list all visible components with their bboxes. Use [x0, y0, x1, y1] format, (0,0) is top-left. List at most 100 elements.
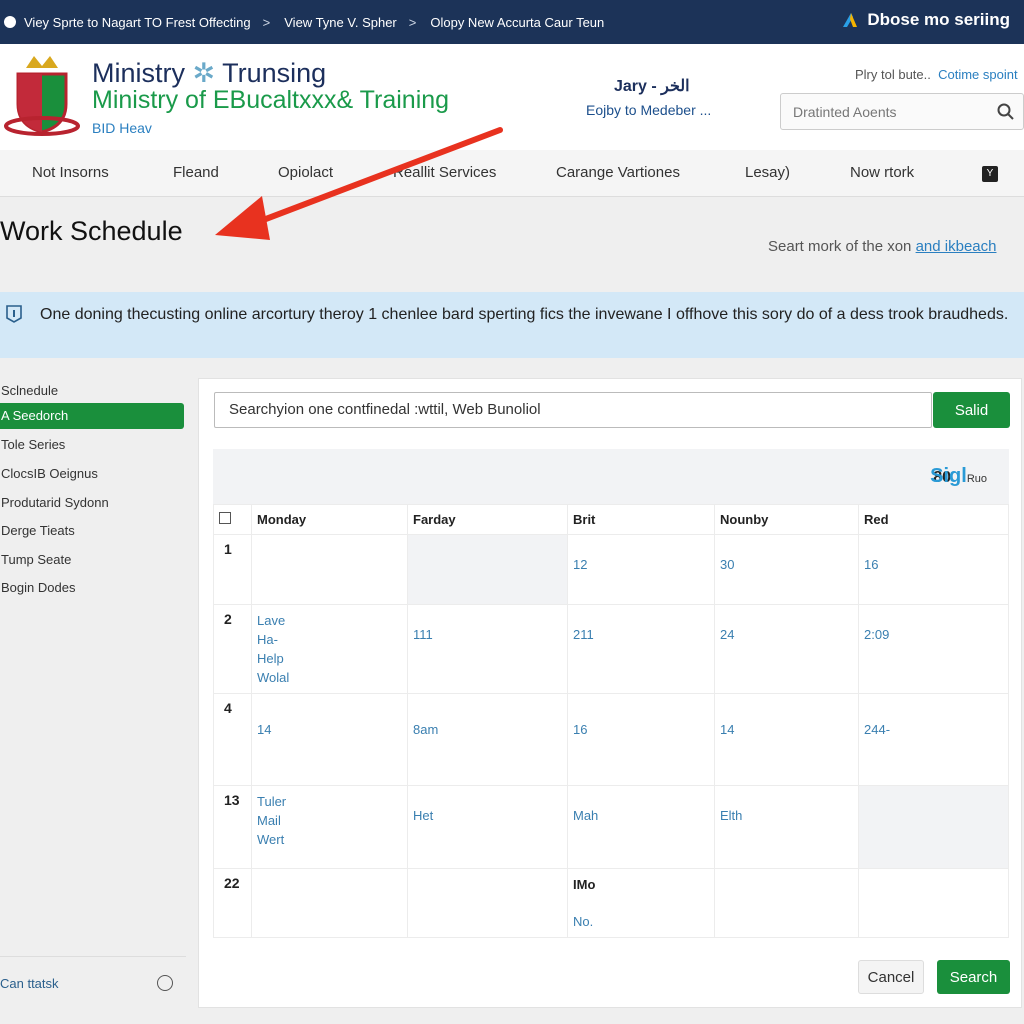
schedule-cell[interactable]: 244-	[858, 693, 1009, 786]
row-number: 4	[213, 693, 252, 786]
search-button[interactable]: Search	[937, 960, 1010, 994]
cell-entry: Tuler	[257, 794, 287, 809]
search-icon[interactable]	[997, 103, 1015, 121]
nav-item[interactable]: Not Insorns	[32, 164, 109, 181]
table-row: 1 12 30 16	[213, 534, 1009, 605]
ministry-tagline[interactable]: BID Heav	[92, 120, 152, 136]
cell-entry: Lave	[257, 613, 286, 628]
schedule-search-input[interactable]: Searchyion one contfinedal :wttil, Web B…	[214, 392, 932, 428]
schedule-cell[interactable]: 16	[567, 693, 715, 786]
schedule-cell[interactable]	[407, 868, 568, 938]
column-header[interactable]: Nounby	[714, 504, 859, 535]
schedule-cell[interactable]	[407, 534, 568, 605]
cell-entry: IMo	[573, 877, 596, 892]
chevron-right-icon: >	[262, 14, 271, 30]
info-banner: One doning thecusting online arcortury t…	[0, 292, 1024, 358]
nav-item[interactable]: Now rtork	[850, 164, 914, 181]
schedule-cell[interactable]	[858, 785, 1009, 869]
schedule-cell[interactable]: 24	[714, 604, 859, 694]
cell-entry: 30	[720, 557, 735, 572]
row-number: 22	[213, 868, 252, 938]
schedule-cell[interactable]: Elth	[714, 785, 859, 869]
cell-entry: Wolal	[257, 670, 290, 685]
nav-item[interactable]: Lesay)	[745, 164, 790, 181]
chevron-right-icon: >	[408, 14, 417, 30]
schedule-cell[interactable]	[858, 868, 1009, 938]
nav-item[interactable]: Opiolact	[278, 164, 333, 181]
app-logo-icon	[843, 13, 858, 27]
schedule-cell[interactable]	[714, 868, 859, 938]
page-title: Work Schedule	[0, 216, 183, 246]
cell-entry: 12	[573, 557, 588, 572]
top-breadcrumb-bar: Viey Sprte to Nagart TO Frest Offecting >…	[0, 0, 1024, 44]
sidebar-divider	[0, 956, 186, 957]
schedule-cell[interactable]: 12	[567, 534, 715, 605]
schedule-table: Monday Farday Brit Nounby Red 1 12 30 16 2 La…	[213, 504, 1009, 938]
page-help-link[interactable]: and ikbeach	[916, 238, 997, 255]
sidebar-footer-link[interactable]: Can ttatsk	[0, 976, 59, 991]
sidebar-item[interactable]: Derge Tieats	[0, 518, 184, 544]
breadcrumb-item[interactable]: Olopy New Accurta Caur Teun	[430, 15, 604, 30]
schedule-cell[interactable]: Het	[407, 785, 568, 869]
cell-entry: Ha-	[257, 632, 278, 647]
schedule-cell[interactable]: 14	[251, 693, 408, 786]
cell-entry: 8am	[413, 722, 439, 737]
column-header[interactable]: Monday	[251, 504, 408, 535]
column-header[interactable]: Farday	[407, 504, 568, 535]
schedule-cell[interactable]: IMo No.	[567, 868, 715, 938]
sidebar-item[interactable]: Tump Seate	[0, 547, 184, 573]
column-header[interactable]: Brit	[567, 504, 715, 535]
sidebar-item[interactable]: ClocsIB Oeignus	[0, 461, 184, 487]
schedule-cell[interactable]: Tuler Mail Wert	[251, 785, 408, 869]
schedule-cell[interactable]: 16	[858, 534, 1009, 605]
select-all-checkbox[interactable]	[219, 512, 231, 524]
table-row: 13 Tuler Mail Wert Het Mah Elth	[213, 785, 1009, 869]
breadcrumb-item[interactable]: View Tyne V. Spher	[284, 15, 397, 30]
breadcrumb-item[interactable]: Viey Sprte to Nagart TO Frest Offecting	[24, 15, 251, 30]
schedule-cell[interactable]	[251, 868, 408, 938]
page-help-text: Seart mork of the xon and ikbeach	[768, 238, 997, 255]
header-search-input[interactable]: Dratinted Aoents	[780, 93, 1024, 130]
cell-entry: Mah	[573, 808, 599, 823]
schedule-cell[interactable]: 14	[714, 693, 859, 786]
menu-icon[interactable]: Y	[982, 166, 998, 182]
column-header[interactable]: Red	[858, 504, 1009, 535]
select-all-cell	[213, 504, 252, 535]
schedule-panel: Searchyion one contfinedal :wttil, Web B…	[198, 378, 1022, 1008]
nav-item[interactable]: Reallit Services	[393, 164, 496, 181]
cancel-button[interactable]: Cancel	[858, 960, 924, 994]
top-right-action[interactable]: Dbose mo seriing	[841, 10, 1010, 30]
sidebar-item[interactable]: Bogin Dodes	[0, 575, 184, 601]
sidebar-item[interactable]: Tole Series	[0, 432, 184, 458]
search-submit-button[interactable]: Salid	[933, 392, 1010, 428]
banner-text: One doning thecusting online arcortury t…	[40, 306, 1009, 323]
cell-entry: 211	[573, 627, 594, 642]
sidebar-item[interactable]: Produtarid Sydonn	[0, 490, 184, 516]
schedule-cell[interactable]: 2:09	[858, 604, 1009, 694]
schedule-cell[interactable]: 111	[407, 604, 568, 694]
nav-item[interactable]: Carange Vartiones	[556, 164, 680, 181]
table-row: 4 14 8am 16 14 244-	[213, 693, 1009, 786]
sidebar-item-active[interactable]: A Seedorch	[0, 403, 184, 429]
sidebar-item[interactable]: Sclnedule	[0, 378, 184, 404]
cell-entry: No.	[573, 914, 594, 929]
schedule-cell[interactable]: Lave Ha- Help Wolal	[251, 604, 408, 694]
sidebar: Sclnedule A Seedorch Tole Series ClocsIB…	[0, 378, 186, 1008]
cell-entry: 111	[413, 627, 433, 642]
site-header: Ministry ✲ Trunsing Ministry of EBucaltx…	[0, 44, 1024, 150]
search-placeholder: Dratinted Aoents	[793, 104, 897, 120]
schedule-cell[interactable]: 30	[714, 534, 859, 605]
schedule-cell[interactable]: 211	[567, 604, 715, 694]
cell-entry: Mail	[257, 813, 281, 828]
cell-entry: Elth	[720, 808, 743, 823]
ministry-crest-logo	[4, 56, 80, 136]
table-row: 2 Lave Ha- Help Wolal 111 211 24 2:09	[213, 604, 1009, 694]
schedule-cell[interactable]	[251, 534, 408, 605]
clock-icon[interactable]	[157, 975, 173, 991]
schedule-cell[interactable]: Mah	[567, 785, 715, 869]
main-nav: Not Insorns Fleand Opiolact Reallit Serv…	[0, 150, 1024, 197]
nav-item[interactable]: Fleand	[173, 164, 219, 181]
schedule-cell[interactable]: 8am	[407, 693, 568, 786]
user-subtitle[interactable]: Eojby to Medeber ...	[586, 102, 711, 118]
header-link[interactable]: Cotime spoint	[938, 67, 1017, 82]
